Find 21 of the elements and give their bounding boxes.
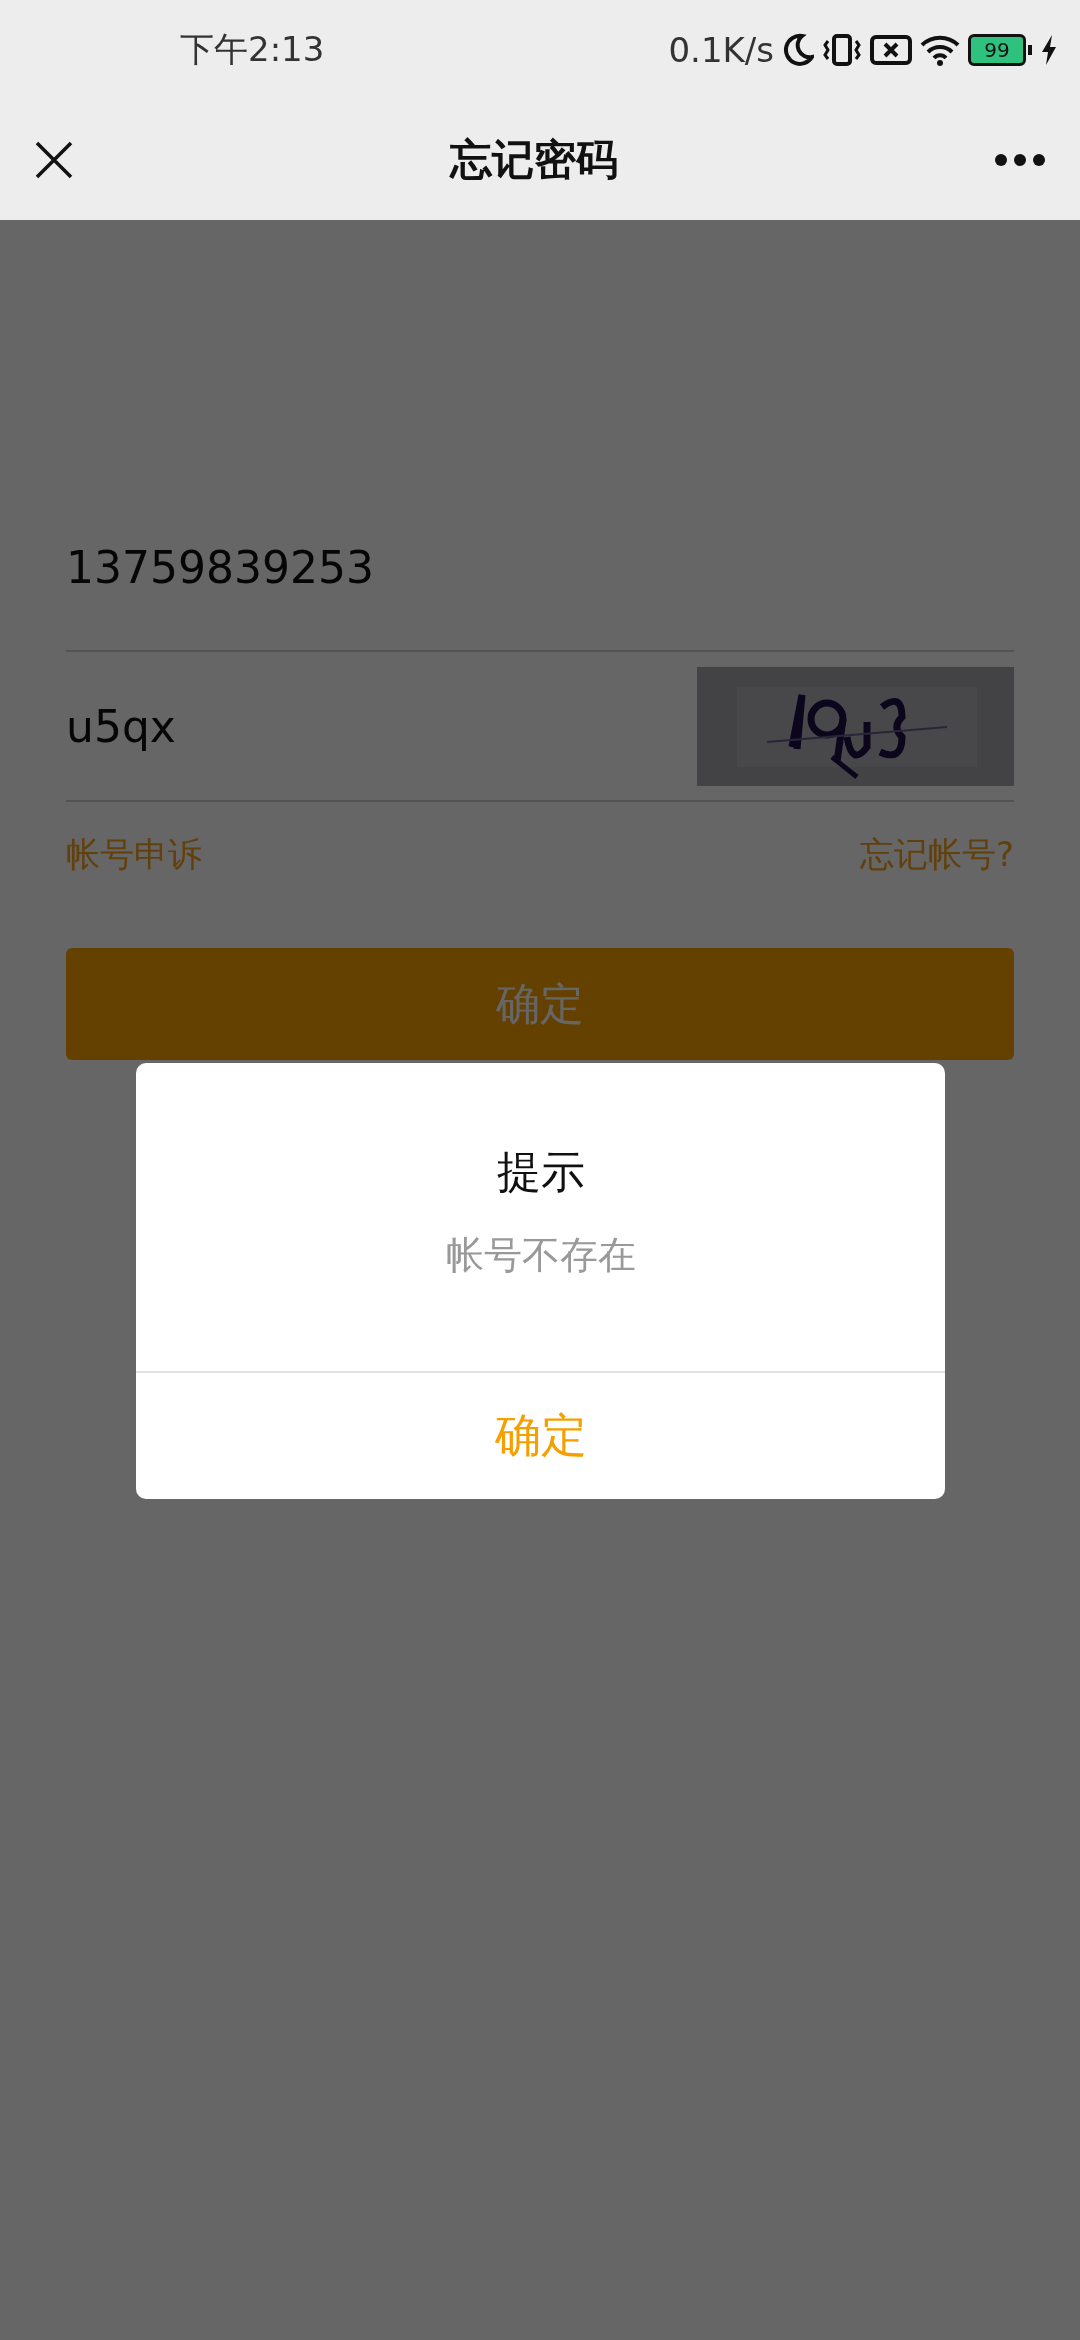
- more-button[interactable]: [994, 153, 1046, 167]
- close-button[interactable]: [34, 140, 74, 180]
- page-title: 忘记密码: [450, 134, 618, 186]
- more-icon: [994, 153, 1046, 167]
- wifi-icon: [920, 33, 960, 67]
- status-time: 下午2:13: [180, 28, 325, 71]
- network-speed: 0.1K/s: [668, 30, 774, 70]
- vibrate-icon: [822, 33, 862, 67]
- dialog-title: 提示: [496, 1145, 585, 1199]
- text-link[interactable]: 帐号申诉: [66, 832, 202, 878]
- battery-level: 99: [984, 38, 1010, 62]
- captcha-field[interactable]: u5qx: [66, 700, 626, 752]
- confirm-button[interactable]: 确定: [66, 948, 1014, 1060]
- phone-field[interactable]: 13759839253: [66, 542, 626, 593]
- sim-x-icon: [870, 33, 912, 67]
- text-link[interactable]: 忘记帐号?: [859, 832, 1014, 878]
- moon-icon: [782, 33, 814, 67]
- close-icon: [34, 140, 74, 180]
- dialog-confirm-button[interactable]: 确定: [136, 1371, 945, 1499]
- charging-icon: [1040, 34, 1058, 66]
- dialog-message: 帐号不存在: [445, 1232, 636, 1279]
